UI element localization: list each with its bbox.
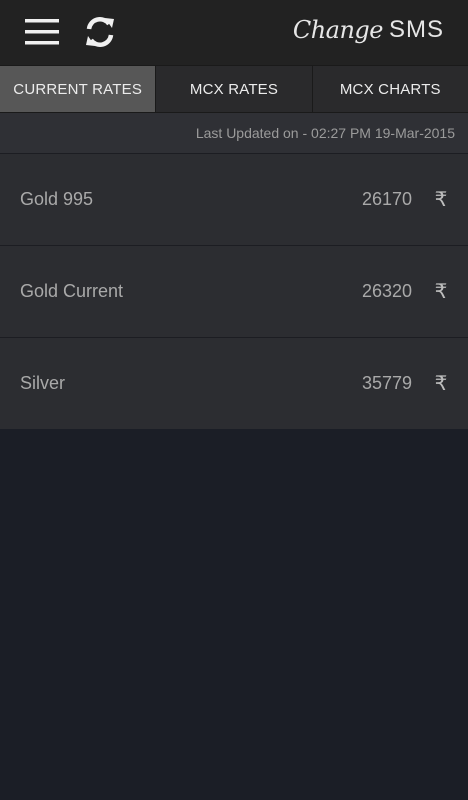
rate-name: Silver (20, 373, 66, 393)
rate-name: Gold 995 (20, 189, 94, 209)
app-header: Change SMS (0, 0, 468, 65)
tab-bar: CURRENT RATES MCX RATES MCX CHARTS (0, 65, 468, 113)
last-updated-text: Last Updated on - 02:27 PM 19-Mar-2015 (195, 125, 455, 141)
rupee-icon: ₹ (434, 281, 448, 303)
rate-row-gold-current[interactable]: Gold Current 26320 ₹ (0, 245, 468, 337)
logo-script-text: Change (292, 16, 384, 44)
rates-list: Gold 995 26170 ₹ Gold Current 26320 ₹ Si… (0, 153, 468, 429)
rate-row-silver[interactable]: Silver 35779 ₹ (0, 337, 468, 429)
menu-button[interactable] (22, 14, 62, 50)
rupee-icon: ₹ (434, 189, 448, 211)
rate-value: 26320 (361, 281, 412, 301)
logo-text: SMS (388, 16, 444, 43)
rate-value: 26170 (361, 189, 412, 209)
tab-current-rates[interactable]: CURRENT RATES (0, 66, 157, 112)
tab-mcx-charts[interactable]: MCX CHARTS (313, 66, 468, 112)
last-updated-bar: Last Updated on - 02:27 PM 19-Mar-2015 (0, 113, 468, 153)
hamburger-menu-icon (25, 19, 59, 45)
app-logo: Change SMS (293, 10, 444, 50)
rate-name: Gold Current (20, 281, 124, 301)
rate-row-gold-995[interactable]: Gold 995 26170 ₹ (0, 153, 468, 245)
refresh-button[interactable] (80, 12, 120, 52)
tab-mcx-rates[interactable]: MCX RATES (156, 66, 313, 112)
rate-value: 35779 (361, 373, 412, 393)
refresh-icon (86, 16, 114, 48)
rupee-icon: ₹ (434, 373, 448, 395)
